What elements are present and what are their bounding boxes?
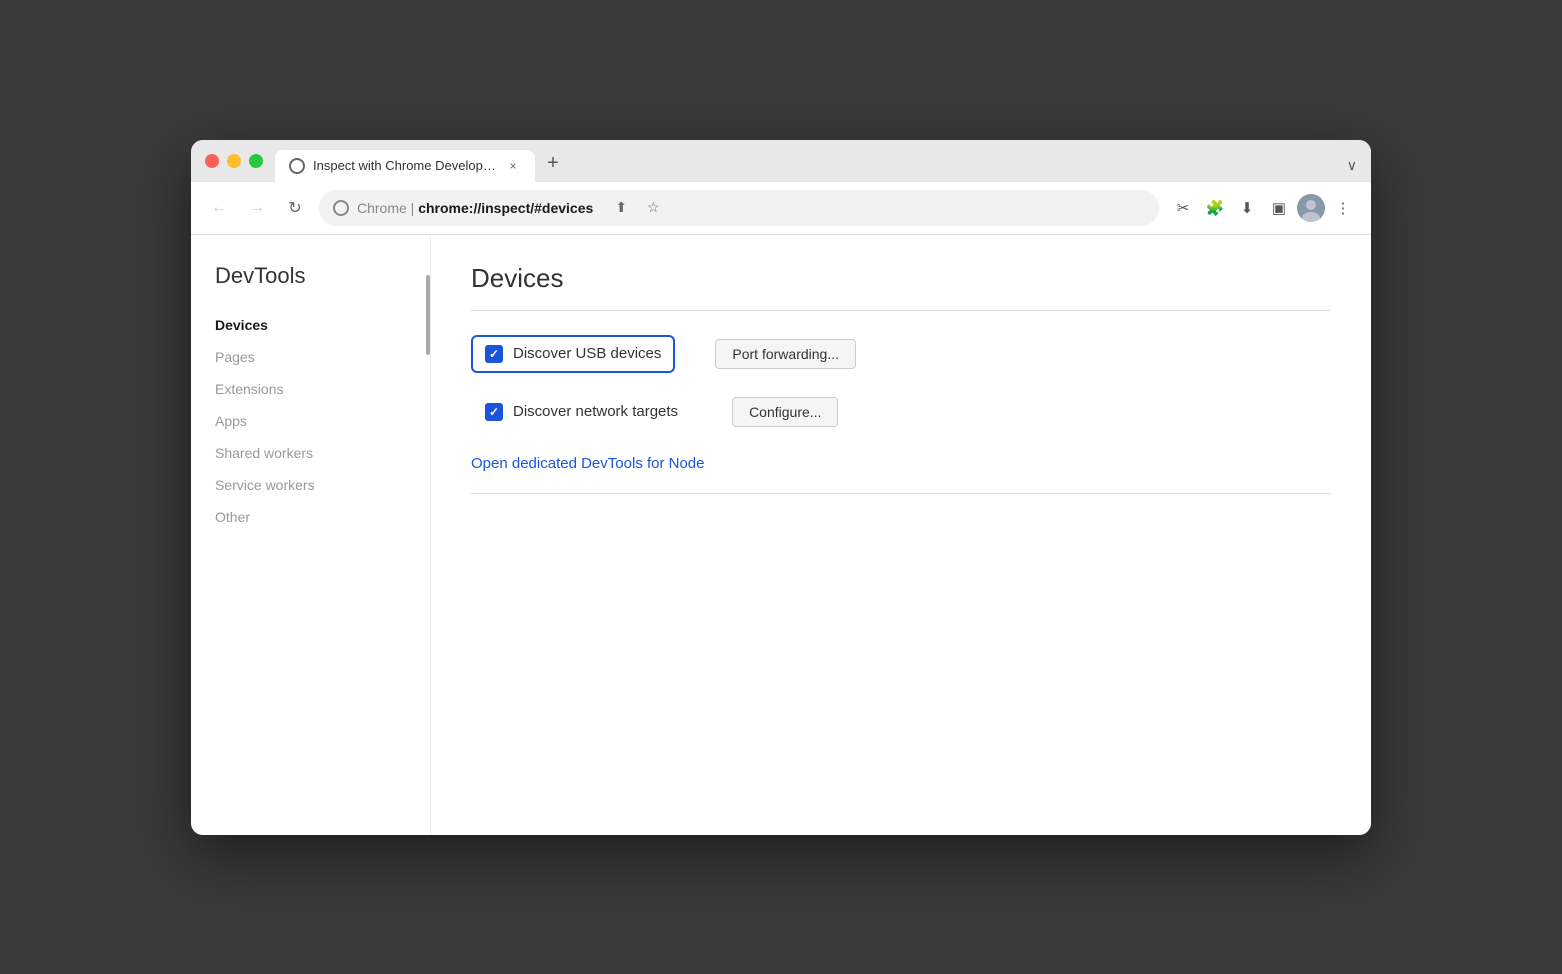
sidebar-item-devices[interactable]: Devices — [191, 309, 430, 341]
sidebar-nav: Devices Pages Extensions Apps Shared wor… — [191, 309, 430, 533]
user-avatar[interactable] — [1297, 194, 1325, 222]
page-title: Devices — [471, 263, 1331, 294]
sidebar-item-apps[interactable]: Apps — [191, 405, 430, 437]
address-actions: ⬆ ☆ — [609, 196, 665, 220]
address-site: Chrome | — [357, 200, 418, 216]
tab-close-button[interactable]: × — [505, 158, 521, 174]
more-menu-icon[interactable]: ⋮ — [1329, 194, 1357, 222]
discover-network-checkbox-wrapper[interactable]: ✓ Discover network targets — [471, 393, 692, 431]
new-tab-button[interactable]: + — [539, 150, 567, 178]
discover-network-row: ✓ Discover network targets Configure... — [471, 393, 1331, 431]
sidebar-item-pages[interactable]: Pages — [191, 341, 430, 373]
tab-title: Inspect with Chrome Develope… — [313, 158, 497, 173]
sidebar: DevTools Devices Pages Extensions Apps S… — [191, 235, 431, 835]
checkmark-icon: ✓ — [489, 347, 499, 361]
sidebar-item-service-workers[interactable]: Service workers — [191, 469, 430, 501]
minimize-button[interactable] — [227, 154, 241, 168]
reload-button[interactable]: ↻ — [281, 194, 309, 222]
active-tab[interactable]: Inspect with Chrome Develope… × — [275, 150, 535, 182]
main-area: Devices ✓ Discover USB devices Port forw… — [431, 235, 1371, 835]
extensions-icon[interactable]: 🧩 — [1201, 194, 1229, 222]
sidebar-item-shared-workers[interactable]: Shared workers — [191, 437, 430, 469]
toolbar-icons: ✂ 🧩 ⬇ ▣ ⋮ — [1169, 194, 1357, 222]
traffic-lights — [205, 154, 263, 178]
page-content: DevTools Devices Pages Extensions Apps S… — [191, 235, 1371, 835]
tab-favicon — [289, 158, 305, 174]
browser-window: Inspect with Chrome Develope… × + ∨ ← → … — [191, 140, 1371, 835]
address-text: Chrome | chrome://inspect/#devices — [357, 200, 593, 216]
scissors-icon[interactable]: ✂ — [1169, 194, 1197, 222]
sidebar-toggle-icon[interactable]: ▣ — [1265, 194, 1293, 222]
port-forwarding-button[interactable]: Port forwarding... — [715, 339, 856, 369]
discover-usb-checkbox[interactable]: ✓ — [485, 345, 503, 363]
close-button[interactable] — [205, 154, 219, 168]
bottom-divider — [471, 493, 1331, 494]
avatar-image — [1297, 194, 1325, 222]
download-icon[interactable]: ⬇ — [1233, 194, 1261, 222]
discover-usb-label: Discover USB devices — [513, 345, 661, 362]
tab-list-chevron[interactable]: ∨ — [1347, 157, 1357, 174]
discover-network-label: Discover network targets — [513, 403, 678, 420]
scroll-indicator — [426, 275, 430, 355]
nav-bar: ← → ↻ Chrome | chrome://inspect/#devices… — [191, 182, 1371, 235]
discover-network-checkbox[interactable]: ✓ — [485, 403, 503, 421]
back-button[interactable]: ← — [205, 194, 233, 222]
sidebar-item-extensions[interactable]: Extensions — [191, 373, 430, 405]
top-divider — [471, 310, 1331, 311]
tabs-area: Inspect with Chrome Develope… × + ∨ — [275, 150, 1357, 182]
maximize-button[interactable] — [249, 154, 263, 168]
bookmark-icon[interactable]: ☆ — [641, 196, 665, 220]
devtools-title: DevTools — [191, 263, 430, 309]
discover-usb-checkbox-wrapper[interactable]: ✓ Discover USB devices — [471, 335, 675, 373]
devtools-node-link[interactable]: Open dedicated DevTools for Node — [471, 455, 704, 472]
sidebar-item-other[interactable]: Other — [191, 501, 430, 533]
discover-usb-row: ✓ Discover USB devices Port forwarding..… — [471, 335, 1331, 373]
address-path: chrome://inspect/#devices — [418, 200, 593, 216]
checkmark-icon-2: ✓ — [489, 405, 499, 419]
configure-button[interactable]: Configure... — [732, 397, 838, 427]
title-bar: Inspect with Chrome Develope… × + ∨ — [191, 140, 1371, 182]
share-icon[interactable]: ⬆ — [609, 196, 633, 220]
forward-button[interactable]: → — [243, 194, 271, 222]
address-favicon — [333, 200, 349, 216]
address-bar[interactable]: Chrome | chrome://inspect/#devices ⬆ ☆ — [319, 190, 1159, 226]
